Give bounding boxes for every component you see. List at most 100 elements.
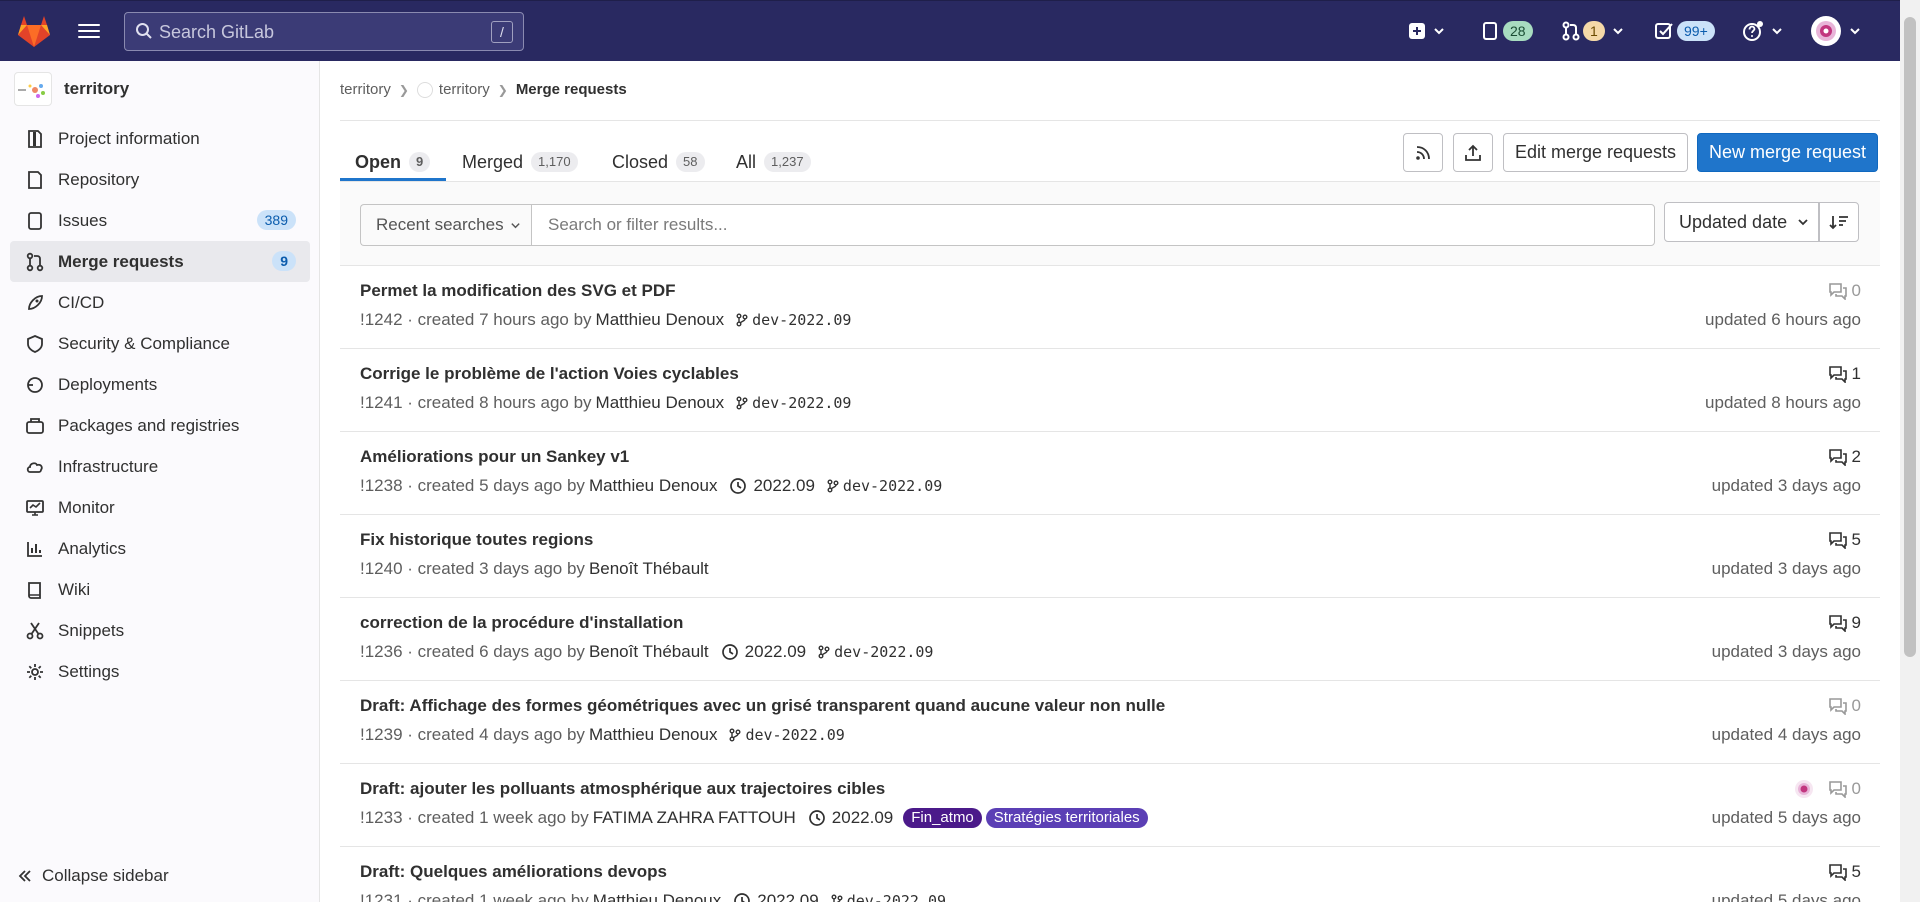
mr-reference: !1241 · created 8 hours ago by [360, 393, 592, 412]
mr-author-link[interactable]: Matthieu Denoux [589, 476, 718, 496]
sidebar-item-snippets[interactable]: Snippets [10, 610, 310, 651]
new-merge-request-button[interactable]: New merge request [1697, 133, 1878, 172]
branch-icon [736, 396, 748, 410]
sidebar-item-label: Packages and registries [58, 415, 240, 435]
milestone[interactable]: 2022.09 [721, 642, 806, 662]
mr-meta: !1238 · created 5 days ago by Matthieu D… [360, 476, 942, 496]
comments-count[interactable]: 5 [1828, 862, 1861, 882]
mr-author-link[interactable]: Matthieu Denoux [596, 310, 725, 330]
mr-title-link[interactable]: Draft: Affichage des formes géométriques… [360, 696, 1165, 716]
mr-author-link[interactable]: FATIMA ZAHRA FATTOUH [593, 808, 796, 828]
chevron-down-icon [1772, 28, 1782, 35]
sidebar-item-label: Monitor [58, 497, 115, 517]
mr-title-link[interactable]: Draft: Quelques améliorations devops [360, 862, 667, 882]
help-dropdown[interactable] [1742, 15, 1783, 47]
branch-name: dev-2022.09 [846, 892, 947, 902]
info-icon [24, 128, 46, 150]
mr-title-link[interactable]: Draft: ajouter les polluants atmosphériq… [360, 779, 885, 799]
tab-merged[interactable]: Merged 1,170 [462, 142, 578, 182]
sidebar-item-repository[interactable]: Repository [10, 159, 310, 200]
issues-nav[interactable]: 28 [1482, 15, 1533, 47]
mr-author-link[interactable]: Benoît Thébault [589, 642, 709, 662]
comments-count[interactable]: 5 [1828, 530, 1861, 550]
sidebar-item-monitor[interactable]: Monitor [10, 487, 310, 528]
sidebar-item-analytics[interactable]: Analytics [10, 528, 310, 569]
sidebar-item-deployments[interactable]: Deployments [10, 364, 310, 405]
page-scrollbar[interactable] [1900, 0, 1920, 902]
sort-lowest-icon [1829, 216, 1848, 230]
tab-label: Closed [612, 151, 669, 172]
issues-count-badge: 28 [1503, 21, 1533, 41]
sort-dropdown[interactable]: Updated date [1664, 202, 1819, 242]
list-item: Corrige le problème de l'action Voies cy… [340, 349, 1880, 432]
rss-button[interactable] [1403, 133, 1443, 172]
create-new-dropdown[interactable] [1408, 15, 1445, 47]
tab-closed[interactable]: Closed 58 [612, 142, 705, 182]
mr-reference: !1236 · created 6 days ago by [360, 642, 585, 661]
sidebar-item-issues[interactable]: Issues 389 [10, 200, 310, 241]
mr-author-link[interactable]: Benoît Thébault [589, 559, 709, 579]
mr-title-link[interactable]: correction de la procédure d'installatio… [360, 613, 683, 633]
edit-merge-requests-button[interactable]: Edit merge requests [1503, 133, 1688, 172]
sidebar-item-merge-requests[interactable]: Merge requests 9 [10, 241, 310, 282]
issues-count-badge: 389 [256, 210, 296, 230]
comments-count[interactable]: 0 [1828, 696, 1861, 716]
milestone[interactable]: 2022.09 [733, 891, 819, 902]
comments-count[interactable]: 0 [1828, 281, 1861, 301]
mr-title-link[interactable]: Fix historique toutes regions [360, 530, 593, 550]
gitlab-logo-icon[interactable] [16, 14, 52, 48]
export-button[interactable] [1453, 133, 1493, 172]
mr-title-link[interactable]: Permet la modification des SVG et PDF [360, 281, 676, 301]
comments-number: 0 [1851, 779, 1861, 798]
user-menu-dropdown[interactable] [1810, 15, 1861, 47]
mr-reference: !1239 · created 4 days ago by [360, 725, 585, 744]
comments-icon [1828, 366, 1847, 383]
mr-title-link[interactable]: Corrige le problème de l'action Voies cy… [360, 364, 739, 384]
sort-direction-button[interactable] [1819, 202, 1859, 242]
search-icon [136, 23, 152, 39]
comments-number: 0 [1851, 281, 1861, 300]
sidebar-item-label: Security & Compliance [58, 333, 230, 353]
target-branch: dev-2022.09 [736, 394, 851, 412]
tab-label: Merged [462, 151, 524, 172]
label-badge[interactable]: Stratégies territoriales [985, 808, 1148, 828]
sidebar-item-cicd[interactable]: CI/CD [10, 282, 310, 323]
sidebar-item-project-information[interactable]: Project information [10, 118, 310, 159]
project-header[interactable]: territory [14, 71, 129, 107]
scrollbar-thumb[interactable] [1904, 17, 1916, 657]
sidebar-item-settings[interactable]: Settings [10, 651, 310, 692]
mr-reference: !1238 · created 5 days ago by [360, 476, 585, 495]
sidebar-item-wiki[interactable]: Wiki [10, 569, 310, 610]
branch-icon [827, 479, 839, 493]
cloud-icon [24, 456, 46, 478]
filter-search-input[interactable]: Search or filter results... [531, 204, 1655, 246]
main-menu-button[interactable] [78, 20, 100, 42]
mr-author-link[interactable]: Matthieu Denoux [589, 725, 718, 745]
label-badge[interactable]: Fin_atmo [903, 808, 982, 828]
sidebar-item-security[interactable]: Security & Compliance [10, 323, 310, 364]
milestone[interactable]: 2022.09 [729, 476, 815, 496]
list-item: Fix historique toutes regions !1240 · cr… [340, 515, 1880, 598]
search-box[interactable]: Search GitLab / [124, 12, 524, 51]
comments-number: 5 [1851, 530, 1861, 549]
comments-count[interactable]: 0 [1794, 779, 1861, 799]
todos-nav[interactable]: 99+ [1654, 15, 1715, 47]
comments-count[interactable]: 1 [1828, 364, 1861, 384]
comments-count[interactable]: 9 [1828, 613, 1861, 633]
milestone[interactable]: 2022.09 [808, 808, 893, 828]
chevron-down-icon [510, 222, 520, 228]
assignee-avatar[interactable] [1794, 779, 1814, 799]
tab-label: All [736, 151, 757, 172]
tab-open[interactable]: Open 9 [355, 142, 431, 182]
collapse-sidebar-button[interactable]: Collapse sidebar [18, 866, 169, 886]
mr-author-link[interactable]: Matthieu Denoux [593, 891, 722, 902]
merge-requests-nav[interactable]: 1 [1562, 15, 1624, 47]
recent-searches-dropdown[interactable]: Recent searches [360, 204, 532, 246]
comments-count[interactable]: 2 [1828, 447, 1861, 467]
tab-all[interactable]: All 1,237 [736, 142, 811, 182]
sidebar-item-packages[interactable]: Packages and registries [10, 405, 310, 446]
mr-author-link[interactable]: Matthieu Denoux [596, 393, 725, 413]
mr-title-link[interactable]: Améliorations pour un Sankey v1 [360, 447, 629, 467]
updated-time: updated 6 hours ago [1705, 310, 1861, 329]
sidebar-item-infrastructure[interactable]: Infrastructure [10, 446, 310, 487]
